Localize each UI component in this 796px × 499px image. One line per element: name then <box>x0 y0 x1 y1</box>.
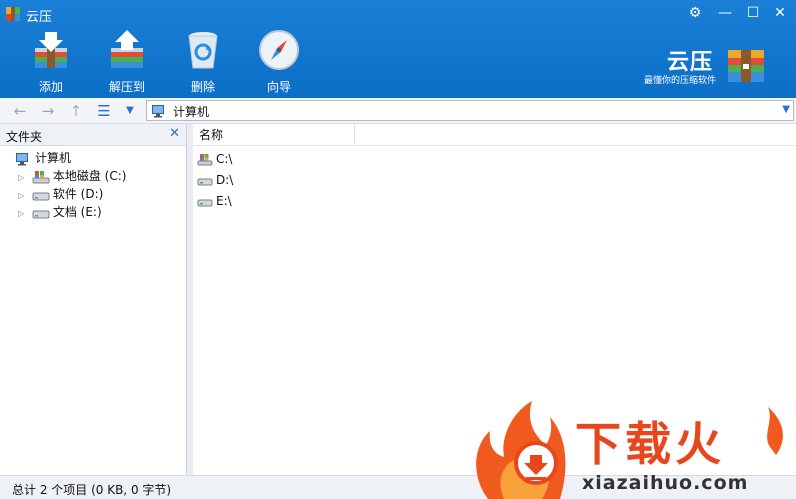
tree-item-label: 文档 (E:) <box>52 205 102 219</box>
watermark-text: 下载火 <box>575 417 725 471</box>
drive-icon <box>32 192 50 200</box>
back-arrow-icon[interactable]: ← <box>10 101 30 121</box>
folder-panel-title: 文件夹 <box>6 130 43 144</box>
tree-item-drive-e[interactable]: ▷ 文档 (E:) <box>18 203 102 221</box>
file-row-label: C:\ <box>216 152 233 166</box>
column-header-name[interactable]: 名称 <box>193 124 355 146</box>
expand-arrow-icon[interactable]: ▷ <box>18 205 28 223</box>
up-arrow-icon[interactable]: ↑ <box>66 101 86 121</box>
status-text: 总计 2 个项目 (0 KB, 0 字节) <box>12 483 172 497</box>
file-row-c[interactable]: C:\ <box>197 149 232 169</box>
app-logo-icon <box>6 7 20 21</box>
navigation-bar: ← → ↑ ☰ ▼ 计算机 ▼ <box>0 98 796 124</box>
tree-item-drive-d[interactable]: ▷ 软件 (D:) <box>18 185 103 203</box>
system-drive-icon <box>32 170 50 183</box>
wizard-label: 向导 <box>266 80 291 94</box>
add-archive-icon <box>35 32 67 68</box>
drive-icon <box>197 199 213 207</box>
compass-icon <box>259 30 299 70</box>
folder-panel-header: 文件夹 ✕ <box>0 124 186 146</box>
view-dropdown-icon[interactable]: ▼ <box>120 101 140 121</box>
wizard-button[interactable]: 向导 <box>244 28 314 94</box>
tree-item-label: 计算机 <box>35 151 72 165</box>
minimize-button[interactable]: — <box>715 4 735 22</box>
brand-name: 云压 <box>667 50 714 75</box>
extract-icon <box>111 30 143 68</box>
drive-icon <box>32 210 50 218</box>
extract-to-label: 解压到 <box>108 80 145 94</box>
title-toolbar-area: 云压 ⚙ — ☐ ✕ 添加 解压到 删除 向导 云压 最懂你的压缩软件 <box>0 0 796 98</box>
system-drive-icon <box>197 154 213 166</box>
brand-slogan: 最懂你的压缩软件 <box>644 76 717 86</box>
forward-arrow-icon[interactable]: → <box>38 101 58 121</box>
tree-item-label: 软件 (D:) <box>52 187 104 201</box>
tree-item-drive-c[interactable]: ▷ 本地磁盘 (C:) <box>18 167 126 185</box>
folder-panel: 文件夹 ✕ 计算机 ▷ 本地磁盘 (C:) ▷ 软件 (D:) ▷ 文档 (E:… <box>0 124 187 475</box>
maximize-button[interactable]: ☐ <box>743 4 763 22</box>
computer-icon <box>152 105 164 118</box>
drive-icon <box>197 178 213 186</box>
file-row-label: D:\ <box>216 173 234 187</box>
tree-item-computer[interactable]: 计算机 <box>14 149 71 167</box>
tree-item-label: 本地磁盘 (C:) <box>52 169 127 183</box>
delete-button[interactable]: 删除 <box>168 28 238 94</box>
view-list-icon[interactable]: ☰ <box>94 101 114 121</box>
add-button[interactable]: 添加 <box>16 28 86 94</box>
add-label: 添加 <box>38 80 63 94</box>
extract-to-button[interactable]: 解压到 <box>92 28 162 94</box>
column-header: 名称 <box>193 124 796 146</box>
delete-label: 删除 <box>190 80 215 94</box>
address-dropdown-icon[interactable]: ▼ <box>782 104 790 115</box>
file-row-label: E:\ <box>216 194 232 208</box>
close-panel-icon[interactable]: ✕ <box>169 126 180 141</box>
watermark-url: xiazaihuo.com <box>582 472 749 494</box>
window-title: 云压 <box>26 10 53 25</box>
address-text: 计算机 <box>173 105 210 119</box>
address-bar[interactable]: 计算机 ▼ <box>146 100 794 121</box>
computer-icon <box>16 152 28 165</box>
recycle-bin-icon <box>188 32 218 69</box>
brand-archive-icon <box>728 50 764 82</box>
close-button[interactable]: ✕ <box>770 4 790 22</box>
settings-icon[interactable]: ⚙ <box>685 4 705 22</box>
file-row-e[interactable]: E:\ <box>197 191 232 211</box>
file-row-d[interactable]: D:\ <box>197 170 233 190</box>
